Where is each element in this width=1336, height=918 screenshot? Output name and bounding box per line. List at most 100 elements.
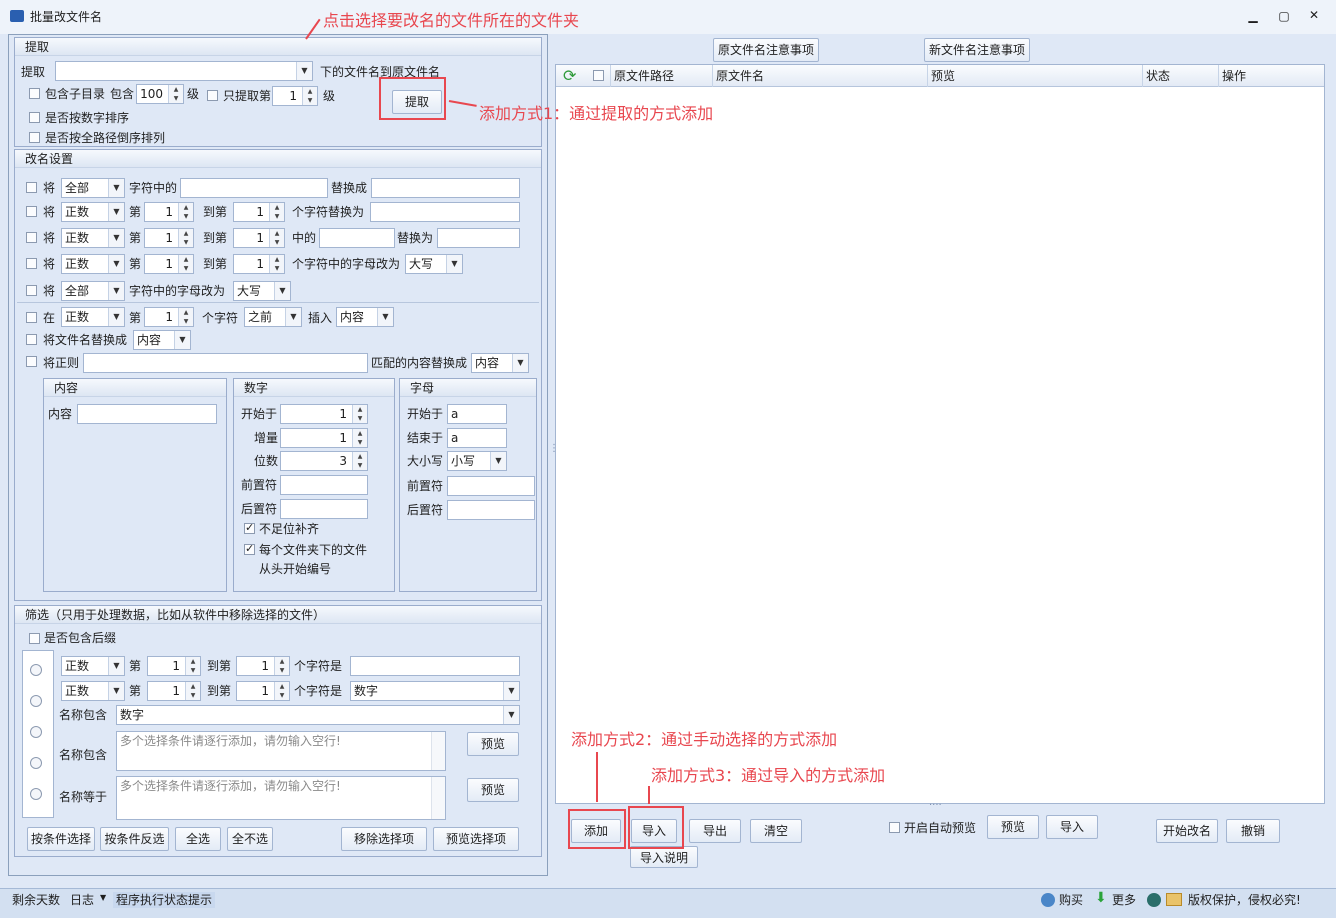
filter-radio-3[interactable] [30,726,42,738]
row1-find-input[interactable] [180,178,328,198]
log-menu[interactable]: 日志 [70,892,94,908]
folder-select[interactable]: ▼ [55,61,313,81]
row6-checkbox[interactable] [26,312,37,323]
filter-r3-value[interactable]: 数字 ▼ [116,705,520,725]
refresh-icon[interactable]: ⟳ [563,66,576,86]
row3-target-input[interactable] [437,228,520,248]
filter-r5-preview[interactable]: 预览 [467,778,519,802]
row6-pos[interactable]: 1 ▲ ▼ [144,307,194,327]
let-suffix[interactable] [447,500,535,520]
num-start[interactable]: 1 ▲ ▼ [280,404,368,424]
new-name-notes-button[interactable]: 新文件名注意事项 [924,38,1030,62]
close-icon[interactable]: ✕ [1307,8,1321,22]
regex-input[interactable] [83,353,368,373]
start-rename-button[interactable]: 开始改名 [1156,819,1218,843]
row2-from[interactable]: 1 ▲ ▼ [144,202,194,222]
row7-checkbox[interactable] [26,334,37,345]
levels-spinner[interactable]: 100 ▲ ▼ [136,84,184,104]
filter-radio-5[interactable] [30,788,42,800]
col-status[interactable]: 状态 [1146,68,1170,84]
row7-content[interactable]: 内容 ▼ [133,330,191,350]
filter-r1-mode[interactable]: 正数 ▼ [61,656,125,676]
row4-checkbox[interactable] [26,258,37,269]
pad-checkbox[interactable] [244,521,255,534]
preview-selected-button[interactable]: 预览选择项 [433,827,519,851]
import2-button[interactable]: 导入 [1046,815,1098,839]
include-ext-checkbox[interactable] [29,633,40,644]
filter-radio-4[interactable] [30,757,42,769]
num-digits[interactable]: 3 ▲ ▼ [280,451,368,471]
select-all-button[interactable]: 全选 [175,827,221,851]
include-subdir-checkbox[interactable] [29,88,40,99]
filter-r2-value[interactable]: 数字 ▼ [350,681,520,701]
row6-mode[interactable]: 正数 ▼ [61,307,125,327]
filter-r2-to[interactable]: 1 ▲ ▼ [236,681,290,701]
minimize-icon[interactable]: ▁ [1246,9,1260,23]
preview-button[interactable]: 预览 [987,815,1039,839]
row4-from[interactable]: 1 ▲ ▼ [144,254,194,274]
row5-mode[interactable]: 全部 ▼ [61,281,125,301]
select-by-cond-button[interactable]: 按条件选择 [27,827,95,851]
filter-radio-1[interactable] [30,664,42,676]
filter-r4-textarea[interactable]: 多个选择条件请逐行添加，请勿输入空行! [116,731,446,771]
filter-r5-textarea[interactable]: 多个选择条件请逐行添加，请勿输入空行! [116,776,446,820]
only-extract-checkbox[interactable] [207,90,218,101]
row3-from[interactable]: 1 ▲ ▼ [144,228,194,248]
let-start[interactable]: a [447,404,507,424]
row3-mode[interactable]: 正数 ▼ [61,228,125,248]
row3-to[interactable]: 1 ▲ ▼ [233,228,285,248]
row8-checkbox[interactable] [26,356,37,367]
download-arrow-icon[interactable]: ⬇ [1095,890,1107,906]
row2-checkbox[interactable] [26,206,37,217]
buy-icon[interactable] [1041,893,1055,907]
export-button[interactable]: 导出 [689,819,741,843]
num-prefix[interactable] [280,475,368,495]
import-help-button[interactable]: 导入说明 [630,846,698,868]
row5-checkbox[interactable] [26,285,37,296]
row4-case[interactable]: 大写 ▼ [405,254,463,274]
invert-by-cond-button[interactable]: 按条件反选 [100,827,169,851]
undo-button[interactable]: 撤销 [1226,819,1280,843]
row1-target-input[interactable] [371,178,520,198]
clear-button[interactable]: 清空 [750,819,802,843]
more-link[interactable]: 更多 [1112,892,1136,908]
filter-radio-2[interactable] [30,695,42,707]
filter-r4-preview[interactable]: 预览 [467,732,519,756]
select-all-grid-checkbox[interactable] [593,70,604,81]
restart-checkbox[interactable] [244,542,255,555]
old-name-notes-button[interactable]: 原文件名注意事项 [713,38,819,62]
buy-link[interactable]: 购买 [1059,892,1083,908]
filter-r2-from[interactable]: 1 ▲ ▼ [147,681,201,701]
row8-content[interactable]: 内容 ▼ [471,353,529,373]
auto-preview-checkbox[interactable] [889,822,900,833]
row2-mode[interactable]: 正数 ▼ [61,202,125,222]
row3-checkbox[interactable] [26,232,37,243]
filter-r1-value[interactable] [350,656,520,676]
filter-r1-from[interactable]: 1 ▲ ▼ [147,656,201,676]
horizontal-splitter[interactable]: ···· [929,800,942,811]
row6-where[interactable]: 之前 ▼ [244,307,302,327]
col-name[interactable]: 原文件名 [716,68,764,84]
col-preview[interactable]: 预览 [931,68,955,84]
filter-r2-mode[interactable]: 正数 ▼ [61,681,125,701]
row6-content[interactable]: 内容 ▼ [336,307,394,327]
chevron-down-icon[interactable]: ▼ [100,893,106,902]
let-case[interactable]: 小写 ▼ [447,451,507,471]
maximize-icon[interactable]: ▢ [1277,9,1291,23]
chevron-down-icon[interactable]: ▼ [296,62,312,80]
only-level-spinner[interactable]: 1 ▲ ▼ [272,86,318,106]
row2-target-input[interactable] [370,202,520,222]
sort-fullpath-checkbox[interactable] [29,132,40,143]
row1-checkbox[interactable] [26,182,37,193]
content-input[interactable] [77,404,217,424]
row4-to[interactable]: 1 ▲ ▼ [233,254,285,274]
row1-mode[interactable]: 全部 ▼ [61,178,125,198]
row3-find-input[interactable] [319,228,395,248]
num-suffix[interactable] [280,499,368,519]
select-none-button[interactable]: 全不选 [227,827,273,851]
let-end[interactable]: a [447,428,507,448]
row5-case[interactable]: 大写 ▼ [233,281,291,301]
col-action[interactable]: 操作 [1222,68,1246,84]
remove-selected-button[interactable]: 移除选择项 [341,827,427,851]
num-step[interactable]: 1 ▲ ▼ [280,428,368,448]
